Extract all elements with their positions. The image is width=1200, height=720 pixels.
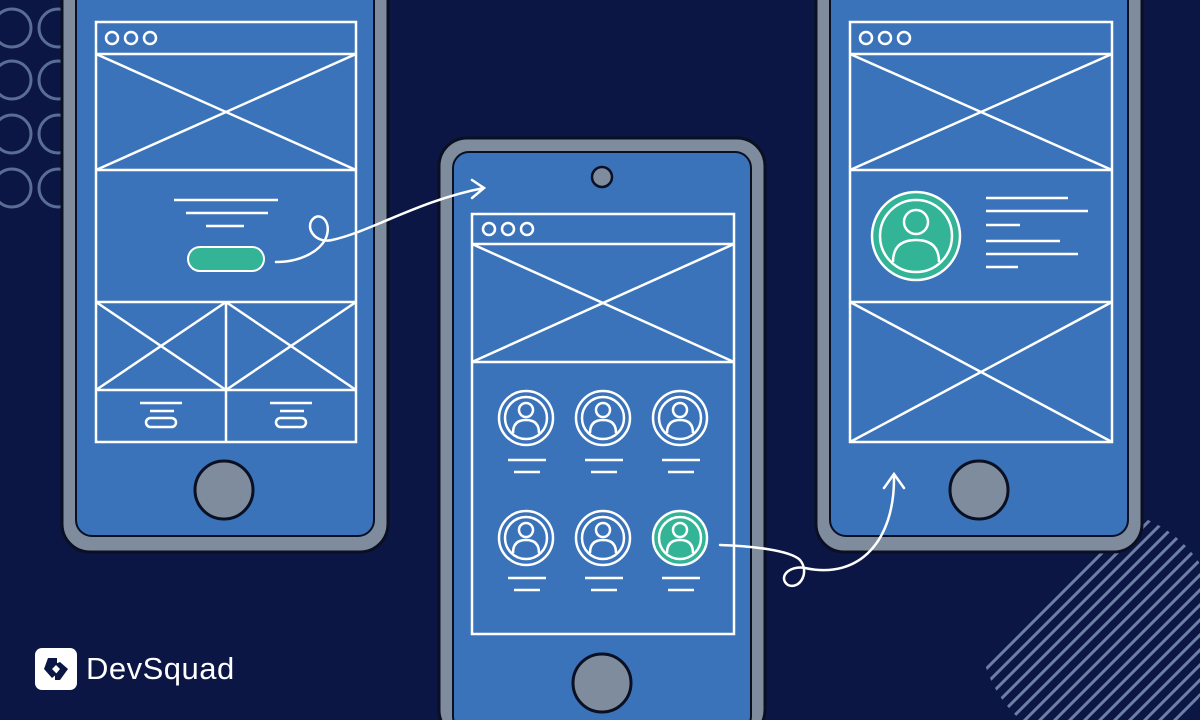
logo-mark-icon	[35, 648, 77, 690]
phone-left	[60, 0, 390, 554]
profile-avatar-icon	[870, 190, 962, 282]
cta-button[interactable]	[187, 246, 265, 272]
brand-logo: DevSquad	[34, 646, 235, 692]
phone-right	[814, 0, 1144, 554]
avatar-selected[interactable]	[651, 509, 709, 567]
home-button-right[interactable]	[948, 459, 1010, 521]
front-camera	[590, 165, 614, 189]
illustration-canvas: DevSquad	[0, 0, 1200, 720]
brand-name: DevSquad	[86, 651, 235, 686]
home-button-left[interactable]	[193, 459, 255, 521]
phone-center	[437, 136, 767, 720]
home-button-center[interactable]	[571, 652, 633, 714]
